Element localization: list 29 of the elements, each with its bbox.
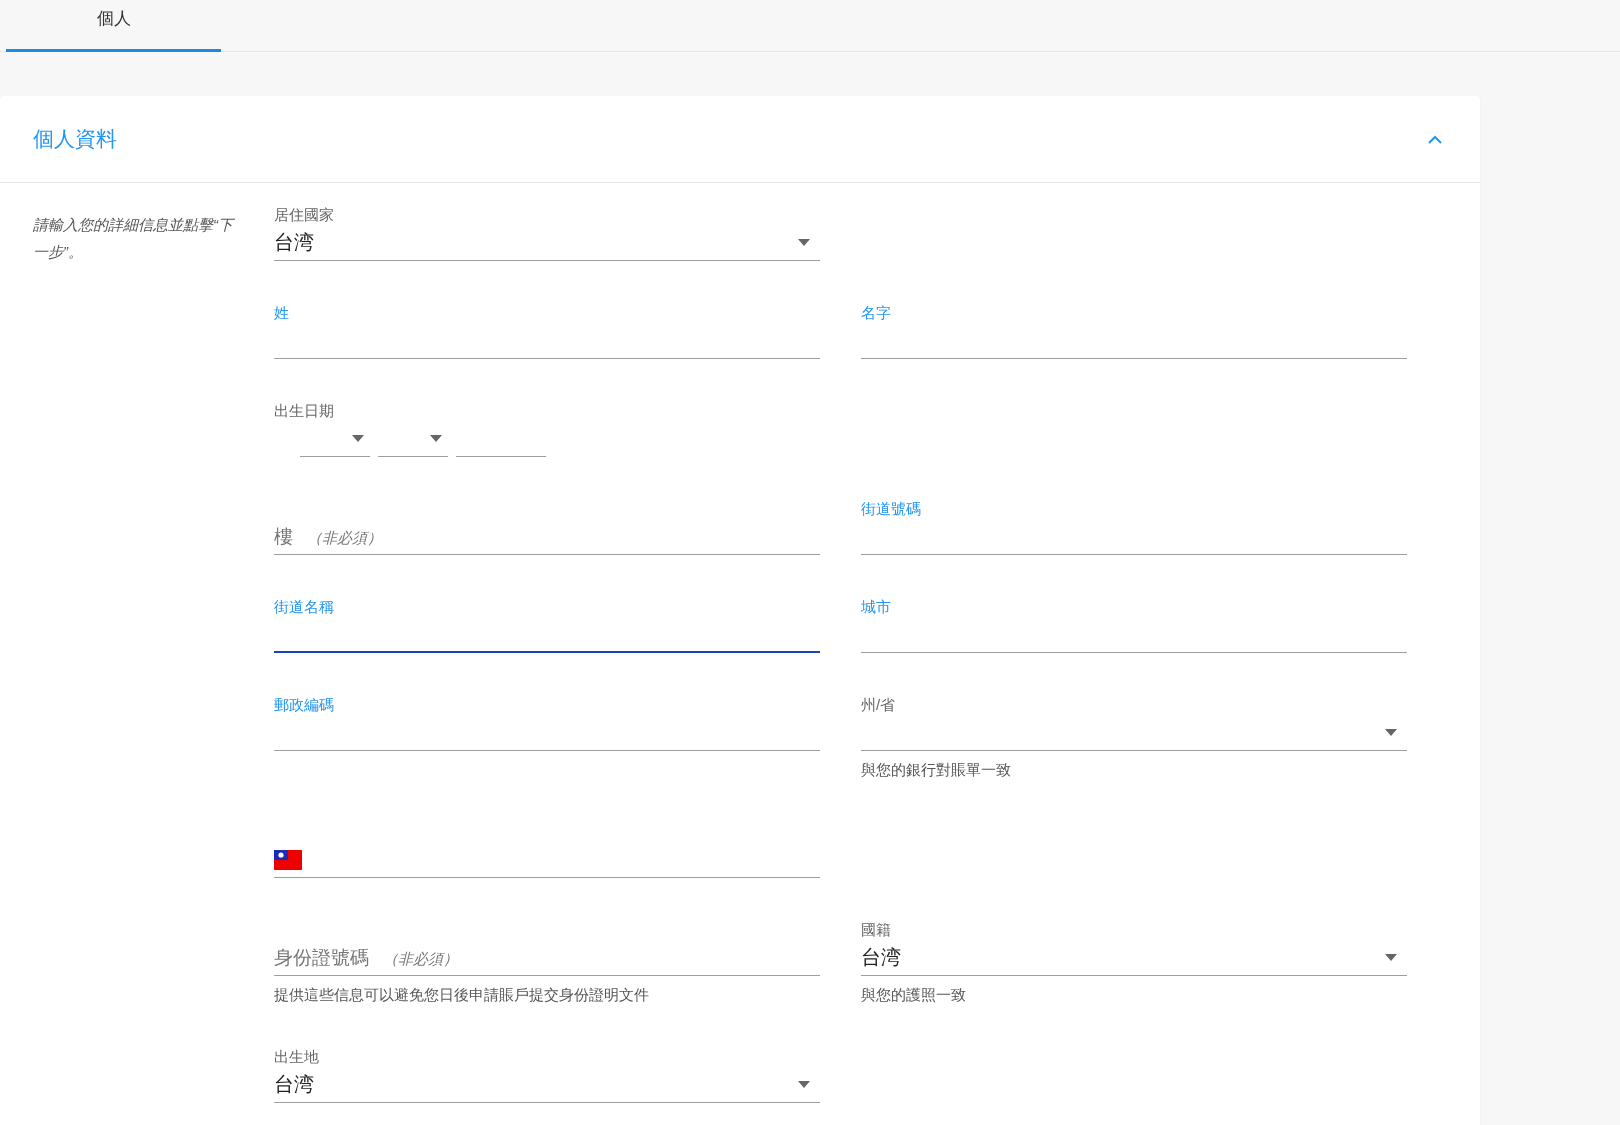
field-label: 街道號碼 xyxy=(861,499,921,519)
instruction-text: 請輸入您的詳細信息並點擊“下一步”。 xyxy=(33,215,233,262)
caret-icon xyxy=(1385,954,1397,961)
field-label: 姓 xyxy=(274,303,289,323)
helper-text: 與您的護照一致 xyxy=(861,986,966,1005)
caret-icon xyxy=(798,239,810,246)
field-label: 國籍 xyxy=(861,920,891,940)
text-field[interactable]: 身份證號碼 （非必須） xyxy=(274,940,820,976)
field-label: 居住國家 xyxy=(274,205,334,225)
caret-icon xyxy=(352,435,364,442)
field-label: 出生日期 xyxy=(274,401,334,421)
field-label: 名字 xyxy=(861,303,891,323)
field-label: 城市 xyxy=(861,597,891,617)
caret-icon xyxy=(1385,729,1397,736)
helper-text: 與您的銀行對賬單一致 xyxy=(861,761,1011,780)
field-label: 街道名稱 xyxy=(274,597,334,617)
select-field[interactable]: 台湾 xyxy=(861,940,1407,976)
section-title: 個人資料 xyxy=(33,126,117,152)
flag-icon[interactable] xyxy=(274,849,302,870)
select-field[interactable]: 台湾 xyxy=(274,1067,820,1103)
field-label: 州/省 xyxy=(861,695,896,715)
tab[interactable]: 個人 xyxy=(6,0,221,52)
field-label: 出生地 xyxy=(274,1047,319,1067)
text-field[interactable]: 樓 （非必須） xyxy=(274,519,820,555)
caret-icon xyxy=(798,1081,810,1088)
helper-text: 提供這些信息可以避免您日後申請賬戶提交身份證明文件 xyxy=(274,986,649,1005)
field-label: 郵政編碼 xyxy=(274,695,334,715)
caret-icon xyxy=(430,435,442,442)
select-field[interactable]: 台湾 xyxy=(274,225,820,261)
